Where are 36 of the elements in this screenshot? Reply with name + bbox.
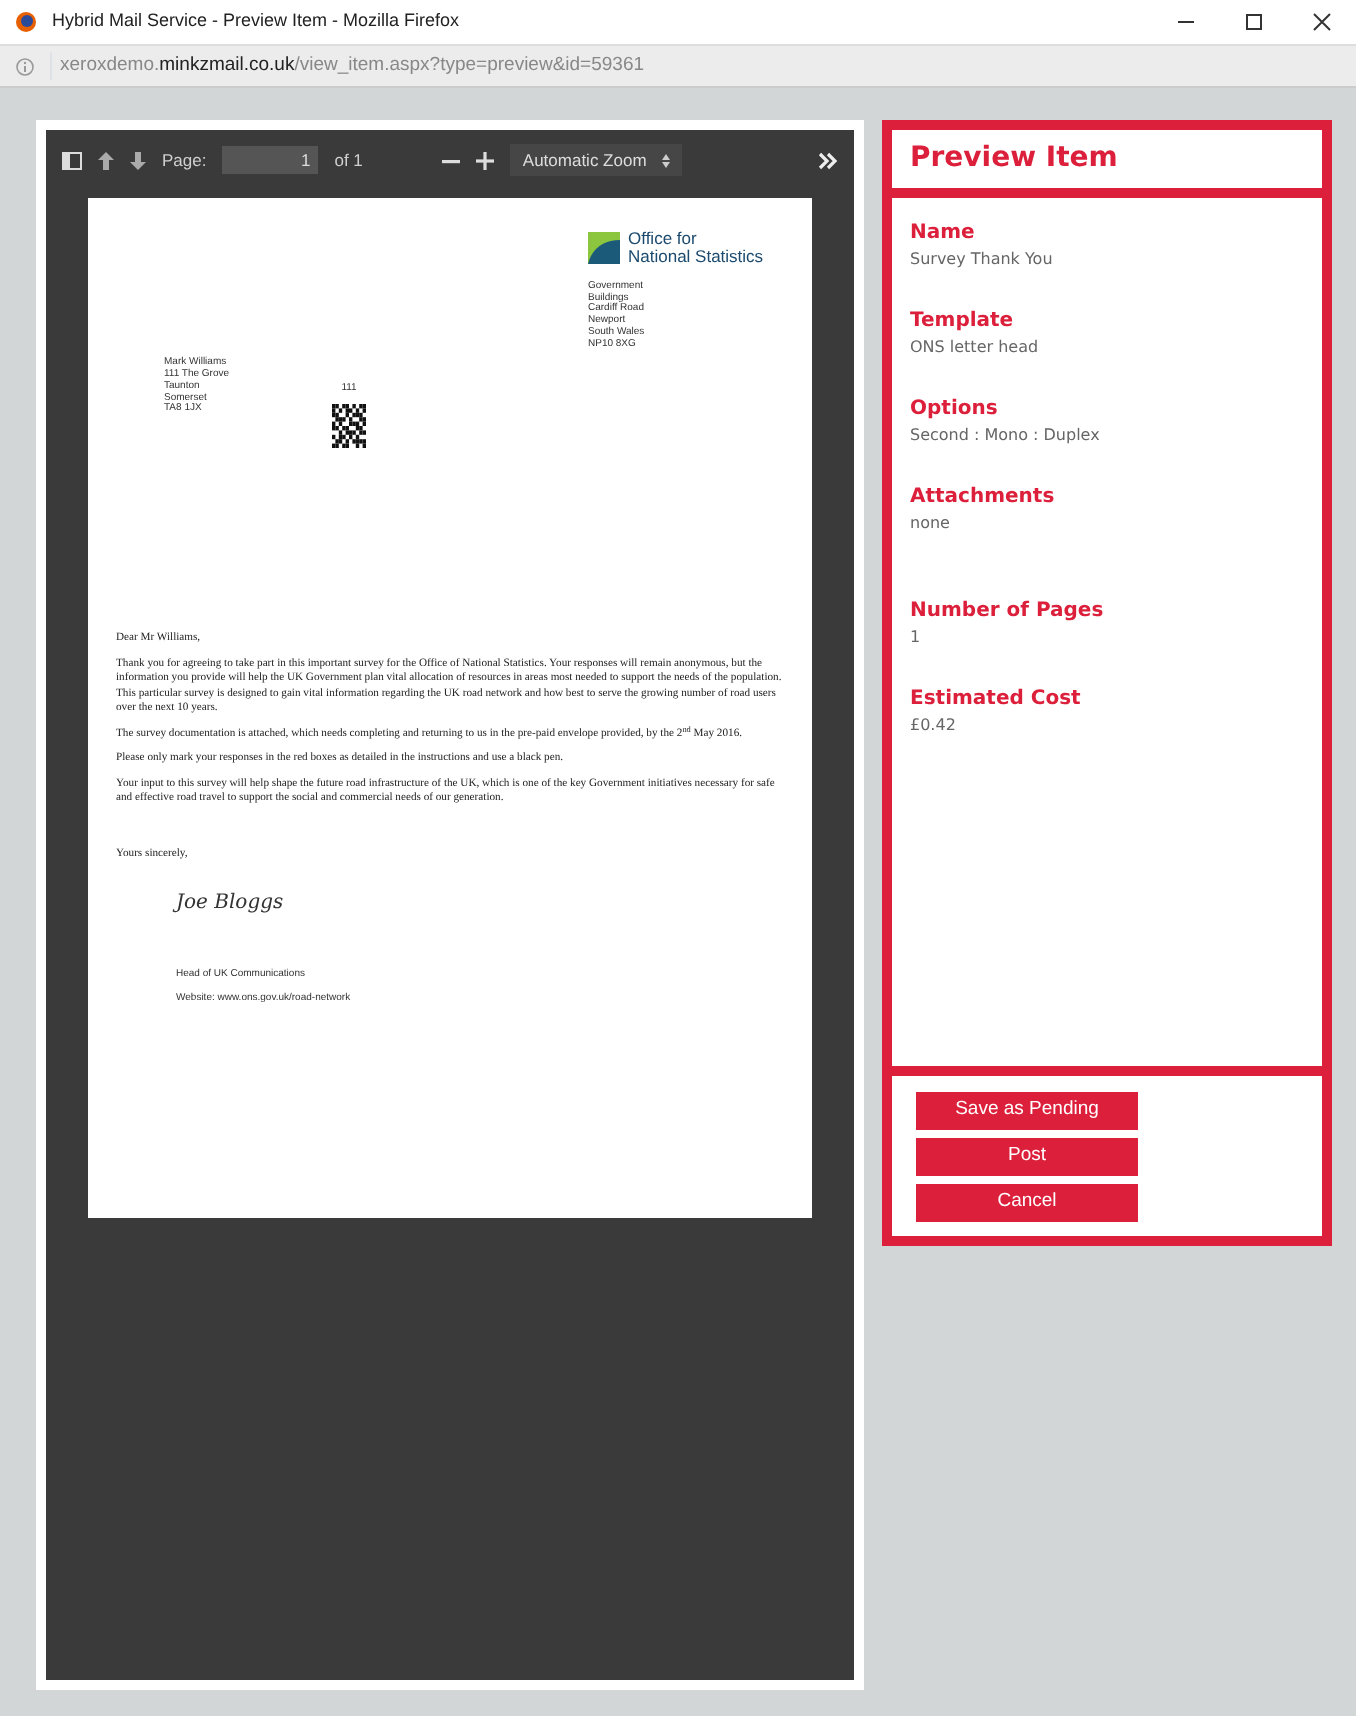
field-value: ONS letter head (910, 336, 1041, 360)
panel-title: Preview Item (908, 140, 1120, 178)
field-label: Estimated Cost (910, 686, 1083, 714)
close-icon[interactable] (1312, 12, 1332, 32)
action-button[interactable]: Post (916, 1138, 1138, 1176)
sidebar-toggle-icon[interactable] (62, 151, 82, 169)
info-icon (16, 57, 34, 75)
maximize-icon[interactable] (1244, 12, 1264, 32)
up-arrow-icon[interactable] (98, 151, 114, 169)
signature-text: Joe Bloggs (176, 889, 286, 918)
field-label: Number of Pages (910, 598, 1106, 626)
field-label: Template (910, 308, 1016, 336)
field-label: Options (910, 396, 1000, 424)
action-button[interactable]: Cancel (916, 1184, 1138, 1222)
caret-icon (662, 153, 671, 167)
double-chevron-icon[interactable] (818, 151, 838, 169)
action-button[interactable]: Save as Pending (916, 1092, 1138, 1130)
zoom-in-icon[interactable] (476, 151, 495, 169)
browser-logo-icon (16, 12, 36, 32)
matrix-code-drawing (332, 404, 366, 449)
field-value: Survey Thank You (910, 248, 1055, 272)
field-label: Name (910, 220, 977, 248)
window-title: Hybrid Mail Service - Preview Item - Mozilla Firefox (52, 8, 462, 35)
field-label: Attachments (910, 484, 1057, 512)
zoom-dropdown[interactable]: Automatic Zoom (510, 143, 683, 177)
field-value: £0.42 (910, 714, 958, 738)
field-value: Second : Mono : Duplex (910, 424, 1102, 448)
field-value: 1 (910, 626, 923, 650)
page-label: Page: (162, 147, 207, 173)
page-count: of 1 (334, 147, 363, 173)
logo-icon (588, 231, 620, 264)
field-value: none (910, 512, 952, 536)
logo-text: Office for (628, 230, 699, 248)
down-arrow-icon[interactable] (130, 151, 146, 169)
logo-text: National Statistics (628, 247, 764, 266)
page-number-field[interactable]: 1 (222, 146, 319, 174)
